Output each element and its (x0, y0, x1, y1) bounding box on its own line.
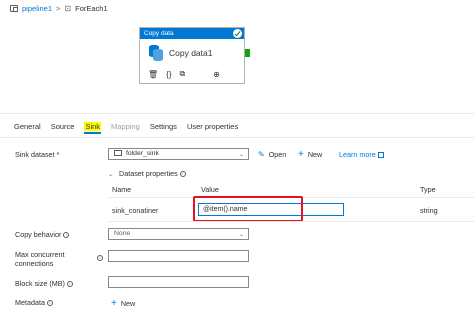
metadata-text: Metadata (15, 298, 45, 307)
info-icon: i (63, 232, 70, 239)
max-connections-info: i (97, 253, 103, 262)
dataset-properties-label: Dataset properties (119, 169, 178, 178)
metadata-new-button[interactable]: + New (111, 298, 136, 309)
breadcrumb-separator: > (56, 4, 61, 13)
tab-general[interactable]: General (14, 122, 41, 131)
panel-divider (0, 113, 474, 114)
max-connections-input[interactable] (108, 250, 249, 262)
copy-behavior-select[interactable]: None ⌄ (108, 228, 249, 240)
pipeline-canvas[interactable]: pipeline1 > ⊡ ForEach1 Copy data Copy da… (0, 0, 474, 113)
delete-icon[interactable]: 🗑 (148, 70, 158, 79)
block-size-text: Block size (MB) (15, 279, 65, 288)
edit-icon: ✎ (258, 150, 265, 159)
tab-settings[interactable]: Settings (150, 122, 177, 131)
required-mark: * (56, 150, 60, 159)
activity-header: Copy data (140, 28, 244, 39)
pipeline-icon (10, 5, 18, 12)
tab-user-properties[interactable]: User properties (187, 122, 238, 131)
dataset-icon (114, 150, 122, 157)
external-link-icon (377, 152, 384, 159)
properties-tabs: General Source Sink Mapping Settings Use… (14, 122, 248, 134)
metadata-new-label: New (120, 299, 136, 308)
plus-icon: + (111, 298, 117, 309)
tabs-underline (0, 137, 474, 138)
activity-toolbar: 🗑 {} ⧉ ⊕ (148, 69, 220, 79)
foreach-icon: ⊡ (64, 4, 72, 13)
tab-source[interactable]: Source (51, 122, 75, 131)
block-size-label: Block size (MB) i (15, 279, 73, 288)
open-label: Open (268, 150, 287, 159)
max-connections-line1: Max concurrent (15, 250, 65, 259)
breadcrumb: pipeline1 > ⊡ ForEach1 (10, 4, 108, 13)
new-dataset-button[interactable]: + New (298, 149, 323, 160)
code-icon[interactable]: {} (166, 70, 171, 79)
tab-sink[interactable]: Sink (84, 122, 102, 134)
sink-dataset-label: Sink dataset * (15, 150, 59, 159)
sink-dataset-label-text: Sink dataset (15, 150, 55, 159)
activity-type-label: Copy data (144, 30, 174, 37)
column-header-type: Type (420, 185, 436, 194)
chevron-down-icon: ⌄ (238, 232, 244, 238)
max-connections-label: Max concurrent connections (15, 250, 65, 268)
arrow-icon[interactable]: ⊕ (213, 70, 220, 79)
sink-dataset-value: folder_sink (126, 150, 159, 157)
column-header-value: Value (201, 185, 219, 194)
metadata-label: Metadata i (15, 298, 53, 307)
table-row-divider (108, 221, 474, 222)
info-icon: i (97, 255, 103, 262)
info-icon: i (66, 281, 73, 288)
open-button[interactable]: ✎ Open (258, 150, 286, 159)
info-icon: i (46, 300, 53, 307)
copy-data-activity[interactable]: Copy data Copy data1 🗑 {} ⧉ ⊕ (139, 27, 245, 84)
max-connections-line2: connections (15, 259, 54, 268)
activity-name: Copy data1 (169, 47, 213, 58)
copy-data-icon (149, 45, 163, 61)
annotation-highlight-box (193, 196, 303, 222)
block-size-input[interactable] (108, 276, 249, 288)
breadcrumb-pipeline-link[interactable]: pipeline1 (22, 4, 52, 13)
copy-behavior-text: Copy behavior (15, 230, 62, 239)
learn-more-text: Learn more (339, 150, 376, 159)
new-label: New (307, 150, 323, 159)
copy-behavior-value: None (114, 230, 131, 237)
tab-mapping: Mapping (111, 122, 140, 131)
copy-icon[interactable]: ⧉ (180, 69, 186, 79)
property-name: sink_conatiner (112, 206, 159, 215)
property-type: string (420, 206, 438, 215)
copy-behavior-label: Copy behavior i (15, 230, 70, 239)
breadcrumb-current: ForEach1 (75, 4, 108, 13)
success-check-icon (233, 29, 242, 38)
activity-body: Copy data1 (140, 39, 244, 61)
sink-dataset-select[interactable]: folder_sink ⌄ (108, 148, 249, 160)
dataset-properties-toggle[interactable]: ⌄ Dataset properties i (108, 169, 186, 178)
chevron-down-icon: ⌄ (238, 152, 244, 158)
plus-icon: + (298, 149, 304, 160)
learn-more-link[interactable]: Learn more (339, 150, 384, 159)
success-output-handle[interactable] (245, 49, 250, 57)
info-icon: i (179, 171, 186, 178)
column-header-name: Name (112, 185, 132, 194)
chevron-down-icon: ⌄ (108, 172, 114, 178)
